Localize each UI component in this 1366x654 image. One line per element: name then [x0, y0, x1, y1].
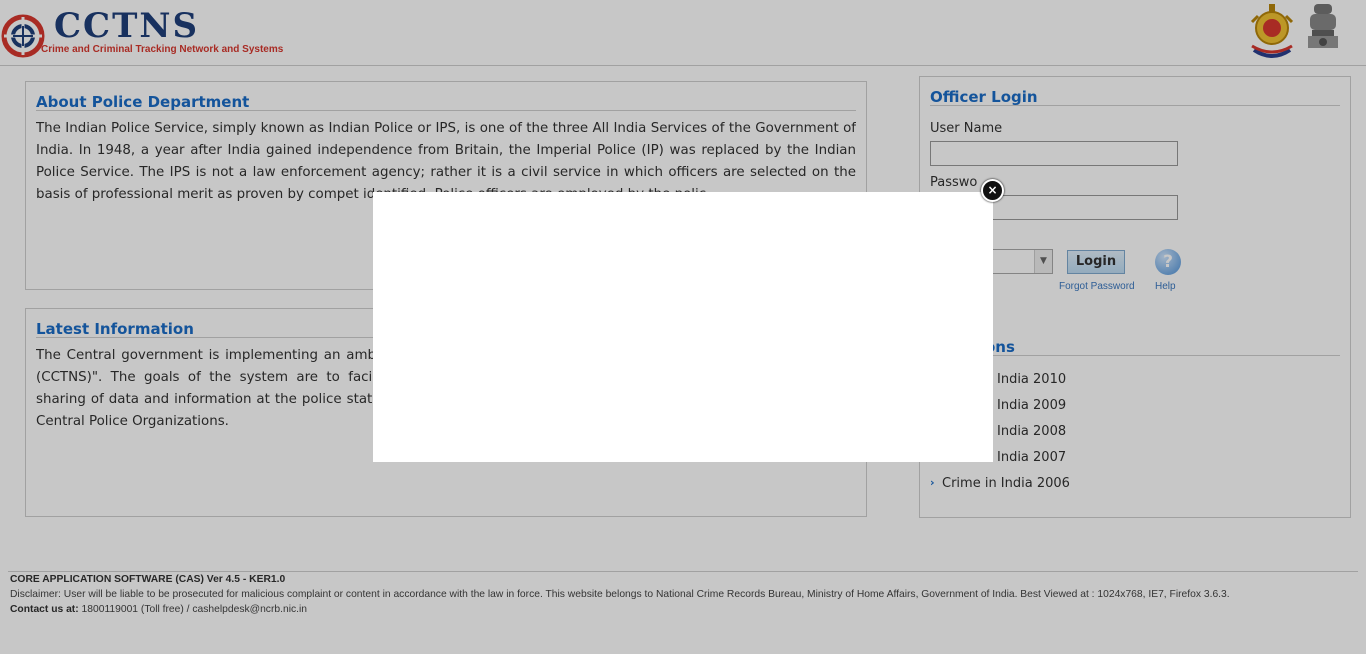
modal-dialog [373, 192, 993, 462]
close-icon[interactable]: × [981, 179, 1004, 202]
